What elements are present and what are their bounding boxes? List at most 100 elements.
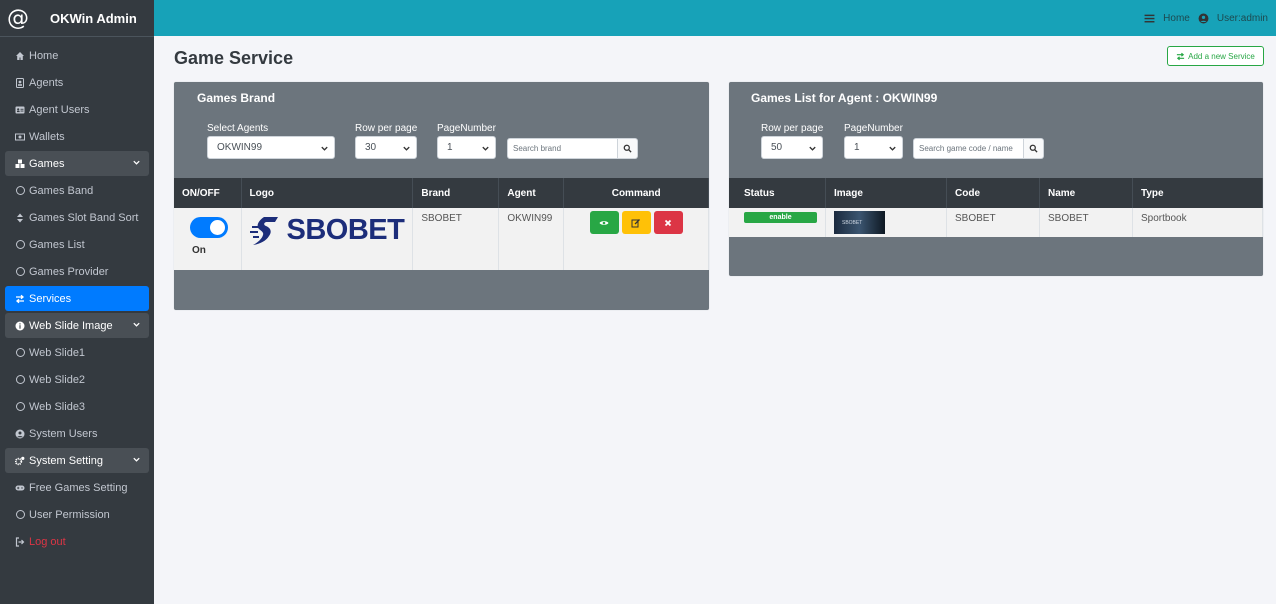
game-search-input[interactable]: Search game code / name	[913, 138, 1024, 159]
sidebar-item-label: Agent Users	[29, 103, 90, 116]
sidebar-item-games-slot-band-sort[interactable]: Games Slot Band Sort	[5, 205, 149, 230]
page-number-select[interactable]: 1	[844, 136, 903, 159]
game-search: Search game code / name	[913, 138, 1044, 159]
type-cell: Sportbook	[1132, 208, 1263, 237]
page-number-select[interactable]: 1	[437, 136, 496, 159]
sidebar-item-label: Games Band	[29, 184, 94, 197]
sidebar-item-agents[interactable]: Agents	[5, 70, 149, 95]
sidebar-item-label: System Setting	[29, 454, 103, 467]
sidebar-item-label: Web Slide3	[29, 400, 86, 413]
brand-header[interactable]: @ OKWin Admin	[0, 0, 154, 37]
game-search-button[interactable]	[1024, 138, 1044, 159]
sidebar-item-games[interactable]: Games	[5, 151, 149, 176]
edit-button[interactable]	[621, 211, 651, 234]
sidebar-item-services[interactable]: Services	[5, 286, 149, 311]
topbar-home-link[interactable]: Home	[1144, 13, 1190, 24]
circle-icon	[14, 402, 26, 411]
add-service-button[interactable]: Add a new Service	[1167, 46, 1264, 66]
onoff-cell: On	[174, 208, 242, 270]
sidebar-item-label: Free Games Setting	[29, 481, 128, 494]
close-icon	[665, 219, 672, 226]
cogs-icon	[14, 456, 26, 466]
sidebar-item-web-slide2[interactable]: Web Slide2	[5, 367, 149, 392]
exchange-icon	[14, 294, 26, 304]
games-brand-card: Games Brand Select Agents OKWIN99 Row pe…	[174, 82, 709, 310]
money-bill-icon	[14, 132, 26, 142]
thumbnail-text: SBOBET	[842, 219, 863, 226]
rows-select-value: 50	[771, 142, 783, 153]
sidebar-item-web-slide-image[interactable]: Web Slide Image	[5, 313, 149, 338]
sidebar-item-games-provider[interactable]: Games Provider	[5, 259, 149, 284]
col-code: Code	[946, 178, 1040, 208]
sidebar-item-logout[interactable]: Log out	[5, 529, 149, 554]
status-badge: enable	[744, 212, 817, 223]
chevron-down-icon	[133, 160, 140, 165]
chevron-down-icon	[403, 146, 410, 151]
edit-icon	[631, 218, 641, 227]
user-circle-icon	[1198, 13, 1209, 23]
circle-icon	[14, 375, 26, 384]
agent-cell: OKWIN99	[498, 208, 565, 270]
chevron-down-icon	[133, 457, 140, 462]
sidebar-item-home[interactable]: Home	[5, 43, 149, 68]
sidebar-item-agent-users[interactable]: Agent Users	[5, 97, 149, 122]
cubes-icon	[14, 159, 26, 169]
app-title: OKWin Admin	[50, 10, 137, 26]
col-command: Command	[563, 178, 709, 208]
sidebar-item-label: User Permission	[29, 508, 110, 521]
sidebar-item-games-list[interactable]: Games List	[5, 232, 149, 257]
name-cell: SBOBET	[1039, 208, 1133, 237]
sidebar: @ OKWin Admin Home Agents Agent Users Wa…	[0, 0, 154, 604]
sidebar-item-label: System Users	[29, 427, 98, 440]
brand-cell: SBOBET	[412, 208, 500, 270]
circle-icon	[14, 348, 26, 357]
sidebar-item-system-users[interactable]: System Users	[5, 421, 149, 446]
delete-button[interactable]	[653, 211, 683, 234]
user-circle-icon	[14, 429, 26, 439]
page-select-value: 1	[854, 142, 860, 153]
status-toggle[interactable]	[190, 217, 228, 238]
brand-search-button[interactable]	[618, 138, 638, 159]
col-image: Image	[825, 178, 947, 208]
view-button[interactable]	[589, 211, 619, 234]
rows-per-page-select[interactable]: 50	[761, 136, 823, 159]
rows-per-page-label: Row per page	[355, 123, 418, 134]
address-card-icon	[14, 105, 26, 115]
circle-icon	[14, 186, 26, 195]
brand-search: Search brand	[507, 138, 638, 159]
chevron-down-icon	[889, 146, 896, 151]
table-header-row: Status Image Code Name Type	[729, 178, 1263, 208]
agent-select[interactable]: OKWIN99	[207, 136, 335, 159]
col-status: Status	[729, 178, 826, 208]
table-header-row: ON/OFF Logo Brand Agent Command	[174, 178, 709, 208]
toggle-label: On	[192, 245, 206, 256]
sidebar-item-label: Web Slide Image	[29, 319, 113, 332]
chevron-down-icon	[809, 146, 816, 151]
col-name: Name	[1039, 178, 1133, 208]
sidebar-item-free-games-setting[interactable]: Free Games Setting	[5, 475, 149, 500]
image-cell: SBOBET	[825, 208, 947, 237]
sign-out-icon	[14, 536, 26, 547]
sidebar-item-user-permission[interactable]: User Permission	[5, 502, 149, 527]
sidebar-item-system-setting[interactable]: System Setting	[5, 448, 149, 473]
eye-icon	[599, 220, 609, 225]
sort-icon	[14, 213, 26, 223]
page-number-label: PageNumber	[437, 123, 496, 134]
user-label: User:admin	[1216, 12, 1268, 24]
brand-search-input[interactable]: Search brand	[507, 138, 618, 159]
sidebar-item-web-slide3[interactable]: Web Slide3	[5, 394, 149, 419]
at-logo-icon: @	[7, 5, 29, 31]
info-circle-icon	[14, 321, 26, 331]
sidebar-item-label: Services	[29, 292, 72, 305]
rows-per-page-select[interactable]: 30	[355, 136, 417, 159]
sidebar-item-games-band[interactable]: Games Band	[5, 178, 149, 203]
sidebar-item-label: Games List	[29, 238, 85, 251]
topbar-user-menu[interactable]: User:admin	[1198, 13, 1268, 24]
sidebar-item-label: Web Slide1	[29, 346, 86, 359]
games-list-card: Games List for Agent : OKWIN99 Row per p…	[729, 82, 1263, 276]
circle-icon	[14, 267, 26, 276]
sidebar-item-web-slide1[interactable]: Web Slide1	[5, 340, 149, 365]
sbobet-logo: SBOBET	[249, 214, 405, 247]
brand-table: ON/OFF Logo Brand Agent Command On SBOBE…	[174, 178, 709, 270]
sidebar-item-wallets[interactable]: Wallets	[5, 124, 149, 149]
